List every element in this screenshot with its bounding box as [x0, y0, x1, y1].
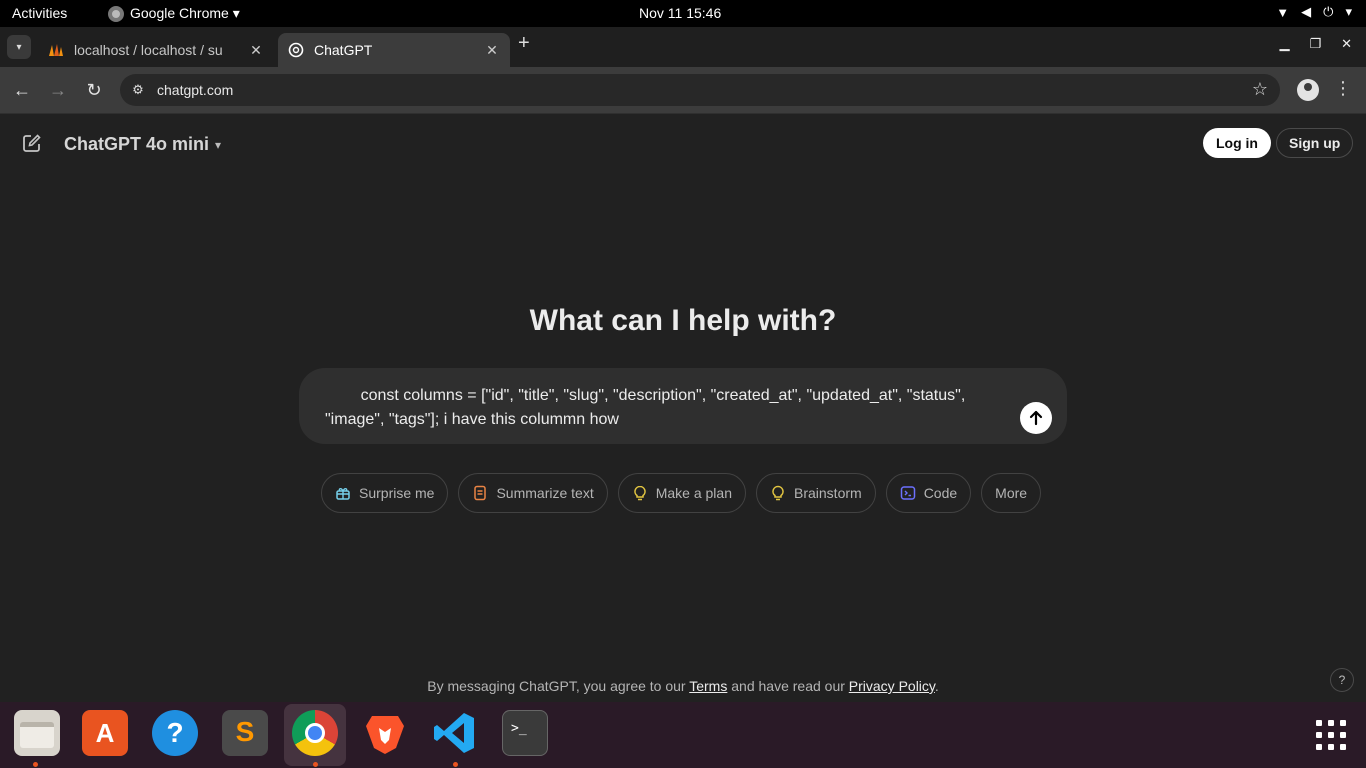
show-apps-grid-icon[interactable]	[1316, 720, 1346, 750]
system-top-bar: Activities Google Chrome ▾ Nov 11 15:46 …	[0, 0, 1366, 27]
browser-toolbar: ← → ↻ ⚙ chatgpt.com ☆	[0, 67, 1366, 113]
power-icon: ⏻	[1323, 4, 1334, 19]
chip-label: Code	[923, 485, 958, 501]
terms-footer: By messaging ChatGPT, you agree to our T…	[0, 678, 1366, 694]
footer-suffix: .	[934, 678, 939, 694]
close-icon[interactable]: ✕	[248, 42, 264, 59]
close-window-icon[interactable]: ✕	[1341, 36, 1352, 52]
profile-avatar-icon[interactable]	[1297, 79, 1319, 101]
footer-middle: and have read our	[727, 678, 849, 694]
vscode-icon[interactable]	[432, 710, 478, 756]
message-composer[interactable]: const columns = ["id", "title", "slug", …	[299, 368, 1067, 444]
terms-link[interactable]: Terms	[689, 678, 727, 694]
terminal-icon	[900, 486, 915, 500]
chip-label: Surprise me	[359, 485, 435, 501]
model-name: ChatGPT 4o mini	[64, 134, 210, 154]
app-name: Google Chrome ▾	[130, 5, 240, 21]
tab-label: ChatGPT	[314, 42, 373, 58]
chip-label: Make a plan	[655, 485, 732, 501]
help-icon[interactable]: ?	[152, 710, 198, 756]
chevron-down-icon: ▾	[215, 137, 222, 152]
tab-label: localhost / localhost / su	[74, 42, 223, 58]
bookmark-star-icon[interactable]: ☆	[1252, 79, 1268, 100]
chip-label: Brainstorm	[794, 485, 862, 501]
privacy-policy-link[interactable]: Privacy Policy	[849, 678, 935, 694]
prompt-suggestions: Surprise me Summarize text Make a plan B…	[321, 473, 1042, 513]
lightbulb-icon	[634, 485, 646, 501]
chip-label: More	[995, 485, 1028, 501]
tab-strip: ▾ localhost / localhost / su ✕ ChatGPT ✕	[0, 27, 1366, 67]
new-tab-button[interactable]: +	[518, 32, 530, 55]
app-center-icon[interactable]: A	[82, 710, 128, 756]
reload-icon[interactable]: ↻	[82, 78, 106, 102]
running-indicator	[453, 762, 458, 767]
dock: A ? S >_	[0, 702, 1366, 768]
chrome-icon	[108, 5, 124, 22]
running-indicator	[33, 762, 38, 767]
maximize-icon[interactable]: ❐	[1309, 36, 1321, 52]
chrome-menu-icon[interactable]: ⋮	[1334, 78, 1352, 99]
chip-label: Summarize text	[496, 485, 594, 501]
chip-summarize-text[interactable]: Summarize text	[458, 473, 608, 513]
address-bar[interactable]: ⚙ chatgpt.com ☆	[120, 74, 1280, 106]
site-info-icon[interactable]: ⚙	[128, 80, 148, 100]
url-text[interactable]: chatgpt.com	[157, 82, 233, 98]
system-tray[interactable]: ▼ ◀︎ ⏻ ▾	[1276, 4, 1352, 20]
terminal-icon[interactable]: >_	[502, 710, 548, 756]
forward-arrow-icon[interactable]: →	[46, 78, 70, 102]
chip-make-a-plan[interactable]: Make a plan	[617, 473, 746, 513]
phpmyadmin-icon	[49, 44, 63, 56]
message-input[interactable]: const columns = ["id", "title", "slug", …	[325, 384, 1005, 432]
login-button[interactable]: Log in	[1203, 128, 1271, 158]
chrome-icon[interactable]	[292, 710, 338, 756]
chip-code[interactable]: Code	[885, 473, 972, 513]
help-button[interactable]: ?	[1330, 668, 1354, 692]
chevron-down-icon: ▾	[1345, 4, 1352, 19]
arrow-up-icon	[1029, 410, 1043, 426]
close-icon[interactable]: ✕	[484, 42, 500, 59]
signup-button[interactable]: Sign up	[1276, 128, 1354, 158]
activities-button[interactable]: Activities	[12, 5, 67, 21]
wifi-icon: ▼	[1276, 4, 1290, 20]
files-icon[interactable]	[14, 710, 60, 756]
running-indicator	[313, 762, 318, 767]
document-icon	[474, 485, 487, 501]
minimize-icon[interactable]: ▁	[1279, 36, 1289, 52]
brave-icon[interactable]	[362, 710, 408, 756]
back-arrow-icon[interactable]: ←	[10, 78, 34, 102]
gift-icon	[336, 488, 350, 500]
chatgpt-page: ChatGPT 4o mini ▾ Log in Sign up What ca…	[0, 113, 1366, 702]
tab-localhost[interactable]: localhost / localhost / su ✕	[38, 33, 274, 67]
chip-surprise-me[interactable]: Surprise me	[321, 473, 449, 513]
volume-icon: ◀︎	[1301, 4, 1312, 19]
app-menu[interactable]: Google Chrome ▾	[108, 5, 240, 22]
new-chat-edit-icon[interactable]	[22, 133, 42, 153]
page-heading: What can I help with?	[529, 304, 837, 337]
model-selector[interactable]: ChatGPT 4o mini ▾	[64, 134, 221, 155]
lightbulb-icon	[772, 485, 784, 501]
clock[interactable]: Nov 11 15:46	[639, 5, 721, 21]
send-button[interactable]	[1020, 402, 1052, 434]
window-controls: ▁ ❐ ✕	[1279, 36, 1352, 52]
openai-icon	[288, 42, 304, 58]
tab-chatgpt[interactable]: ChatGPT ✕	[278, 33, 510, 67]
tab-search-button[interactable]: ▾	[7, 35, 31, 59]
chip-more[interactable]: More	[981, 473, 1042, 513]
footer-prefix: By messaging ChatGPT, you agree to our	[427, 678, 690, 694]
chip-brainstorm[interactable]: Brainstorm	[756, 473, 876, 513]
sublime-text-icon[interactable]: S	[222, 710, 268, 756]
